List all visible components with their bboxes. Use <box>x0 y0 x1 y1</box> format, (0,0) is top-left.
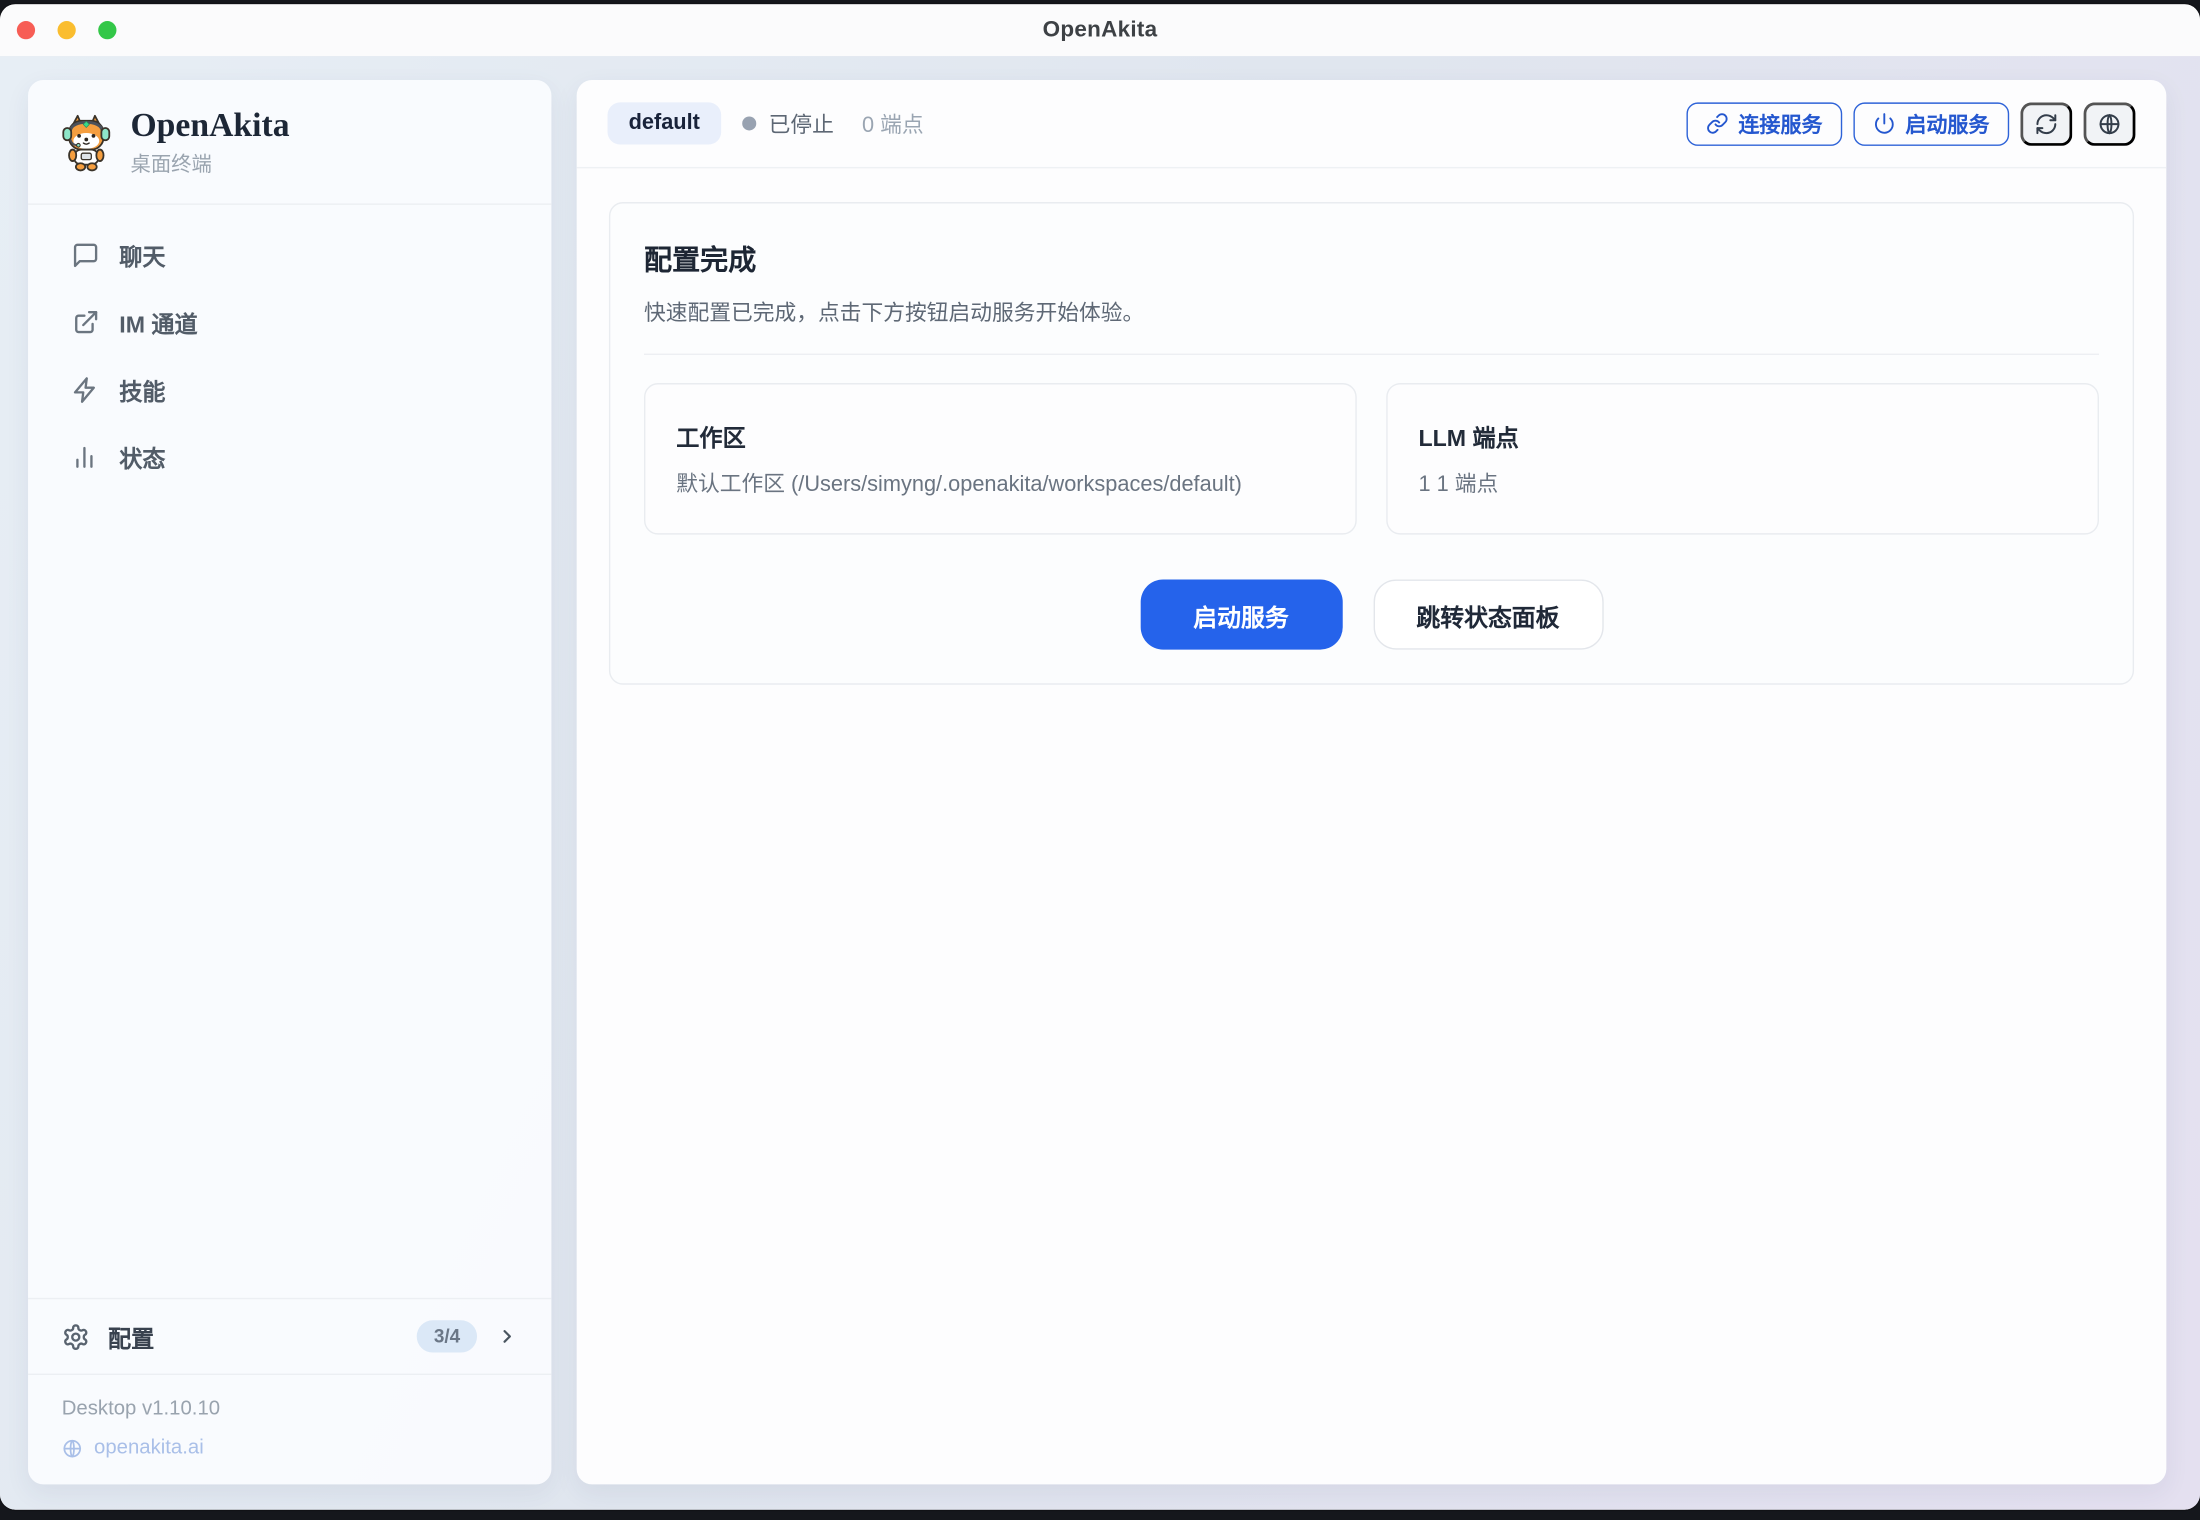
openakita-dog-logo-icon <box>62 114 111 173</box>
sidebar-item-chat[interactable]: 聊天 <box>53 222 526 289</box>
lightning-icon <box>72 377 100 405</box>
status-text: 已停止 <box>769 108 834 139</box>
workspace-subcard-title: 工作区 <box>676 420 1324 454</box>
workspace-subcard: 工作区 默认工作区 (/Users/simyng/.openakita/work… <box>644 383 1357 535</box>
close-window-button[interactable] <box>17 21 35 39</box>
app-subtitle: 桌面终端 <box>130 149 289 178</box>
sidebar-header: OpenAkita 桌面终端 <box>28 80 551 205</box>
sidebar: OpenAkita 桌面终端 聊天 IM 通道 技能 <box>28 80 551 1484</box>
card-title: 配置完成 <box>644 237 2099 278</box>
main-panel: default 已停止 0 端点 连接服务 启动服务 <box>577 80 2167 1484</box>
start-service-header-label: 启动服务 <box>1905 109 1989 138</box>
globe-icon <box>2098 112 2122 136</box>
sidebar-spacer <box>28 492 551 1298</box>
sidebar-item-im-channels[interactable]: IM 通道 <box>53 290 526 357</box>
app-name: OpenAkita <box>130 108 289 145</box>
website-link-label: openakita.ai <box>94 1437 204 1459</box>
chat-bubble-icon <box>72 242 100 270</box>
connect-service-button[interactable]: 连接服务 <box>1686 102 1842 145</box>
status-dot-icon <box>742 116 756 130</box>
summary-subcards: 工作区 默认工作区 (/Users/simyng/.openakita/work… <box>644 383 2099 535</box>
minimize-window-button[interactable] <box>58 21 76 39</box>
card-description: 快速配置已完成，点击下方按钮启动服务开始体验。 <box>644 296 2099 327</box>
llm-subcard-title: LLM 端点 <box>1418 420 2066 454</box>
sidebar-item-label: IM 通道 <box>119 306 197 340</box>
app-window: OpenAkita <box>0 4 2200 1509</box>
goto-status-panel-button[interactable]: 跳转状态面板 <box>1373 579 1603 649</box>
sidebar-item-label: 聊天 <box>119 239 165 273</box>
config-progress-group: 3/4 <box>417 1320 518 1352</box>
config-label: 配置 <box>108 1320 154 1354</box>
power-icon <box>1873 112 1895 134</box>
window-title: OpenAkita <box>0 18 2200 43</box>
header-actions: 连接服务 启动服务 <box>1686 102 2135 145</box>
sidebar-footer: Desktop v1.10.10 openakita.ai <box>28 1374 551 1485</box>
setup-complete-card: 配置完成 快速配置已完成，点击下方按钮启动服务开始体验。 工作区 默认工作区 (… <box>609 202 2134 685</box>
sidebar-nav: 聊天 IM 通道 技能 状态 <box>28 205 551 491</box>
app-version: Desktop v1.10.10 <box>62 1397 518 1419</box>
connect-service-label: 连接服务 <box>1738 109 1822 138</box>
bar-chart-icon <box>72 444 100 472</box>
sidebar-item-status[interactable]: 状态 <box>53 424 526 491</box>
refresh-button[interactable] <box>2020 102 2072 145</box>
workspace-badge: default <box>608 102 721 144</box>
sidebar-item-label: 状态 <box>119 441 165 475</box>
workspace-subcard-value: 默认工作区 (/Users/simyng/.openakita/workspac… <box>676 467 1324 498</box>
sidebar-item-label: 技能 <box>119 374 165 408</box>
endpoints-count: 0 端点 <box>862 108 924 139</box>
service-status: 已停止 <box>742 108 834 139</box>
llm-endpoints-subcard: LLM 端点 1 1 端点 <box>1386 383 2099 535</box>
config-progress-badge: 3/4 <box>417 1320 477 1352</box>
main-body: 配置完成 快速配置已完成，点击下方按钮启动服务开始体验。 工作区 默认工作区 (… <box>577 168 2167 718</box>
start-service-button[interactable]: 启动服务 <box>1140 579 1342 649</box>
app-identity: OpenAkita 桌面终端 <box>130 108 289 179</box>
card-actions: 启动服务 跳转状态面板 <box>644 579 2099 649</box>
start-service-header-button[interactable]: 启动服务 <box>1853 102 2009 145</box>
zoom-window-button[interactable] <box>98 21 116 39</box>
globe-icon <box>62 1437 83 1458</box>
sidebar-item-skills[interactable]: 技能 <box>53 357 526 424</box>
traffic-lights <box>17 4 117 56</box>
sidebar-item-config[interactable]: 配置 3/4 <box>28 1298 551 1374</box>
website-link[interactable]: openakita.ai <box>62 1437 518 1459</box>
chevron-right-icon <box>497 1326 518 1347</box>
refresh-icon <box>2034 112 2058 136</box>
main-header: default 已停止 0 端点 连接服务 启动服务 <box>577 80 2167 168</box>
gear-icon <box>62 1322 90 1350</box>
link-icon <box>1706 112 1728 134</box>
macos-titlebar: OpenAkita <box>0 4 2200 57</box>
external-link-icon <box>72 309 100 337</box>
llm-subcard-value: 1 1 端点 <box>1418 467 2066 498</box>
screenshot-stage: OpenAkita <box>0 0 2200 1520</box>
app-content: OpenAkita 桌面终端 聊天 IM 通道 技能 <box>0 56 2200 1510</box>
card-divider <box>644 354 2099 355</box>
web-panel-button[interactable] <box>2084 102 2136 145</box>
